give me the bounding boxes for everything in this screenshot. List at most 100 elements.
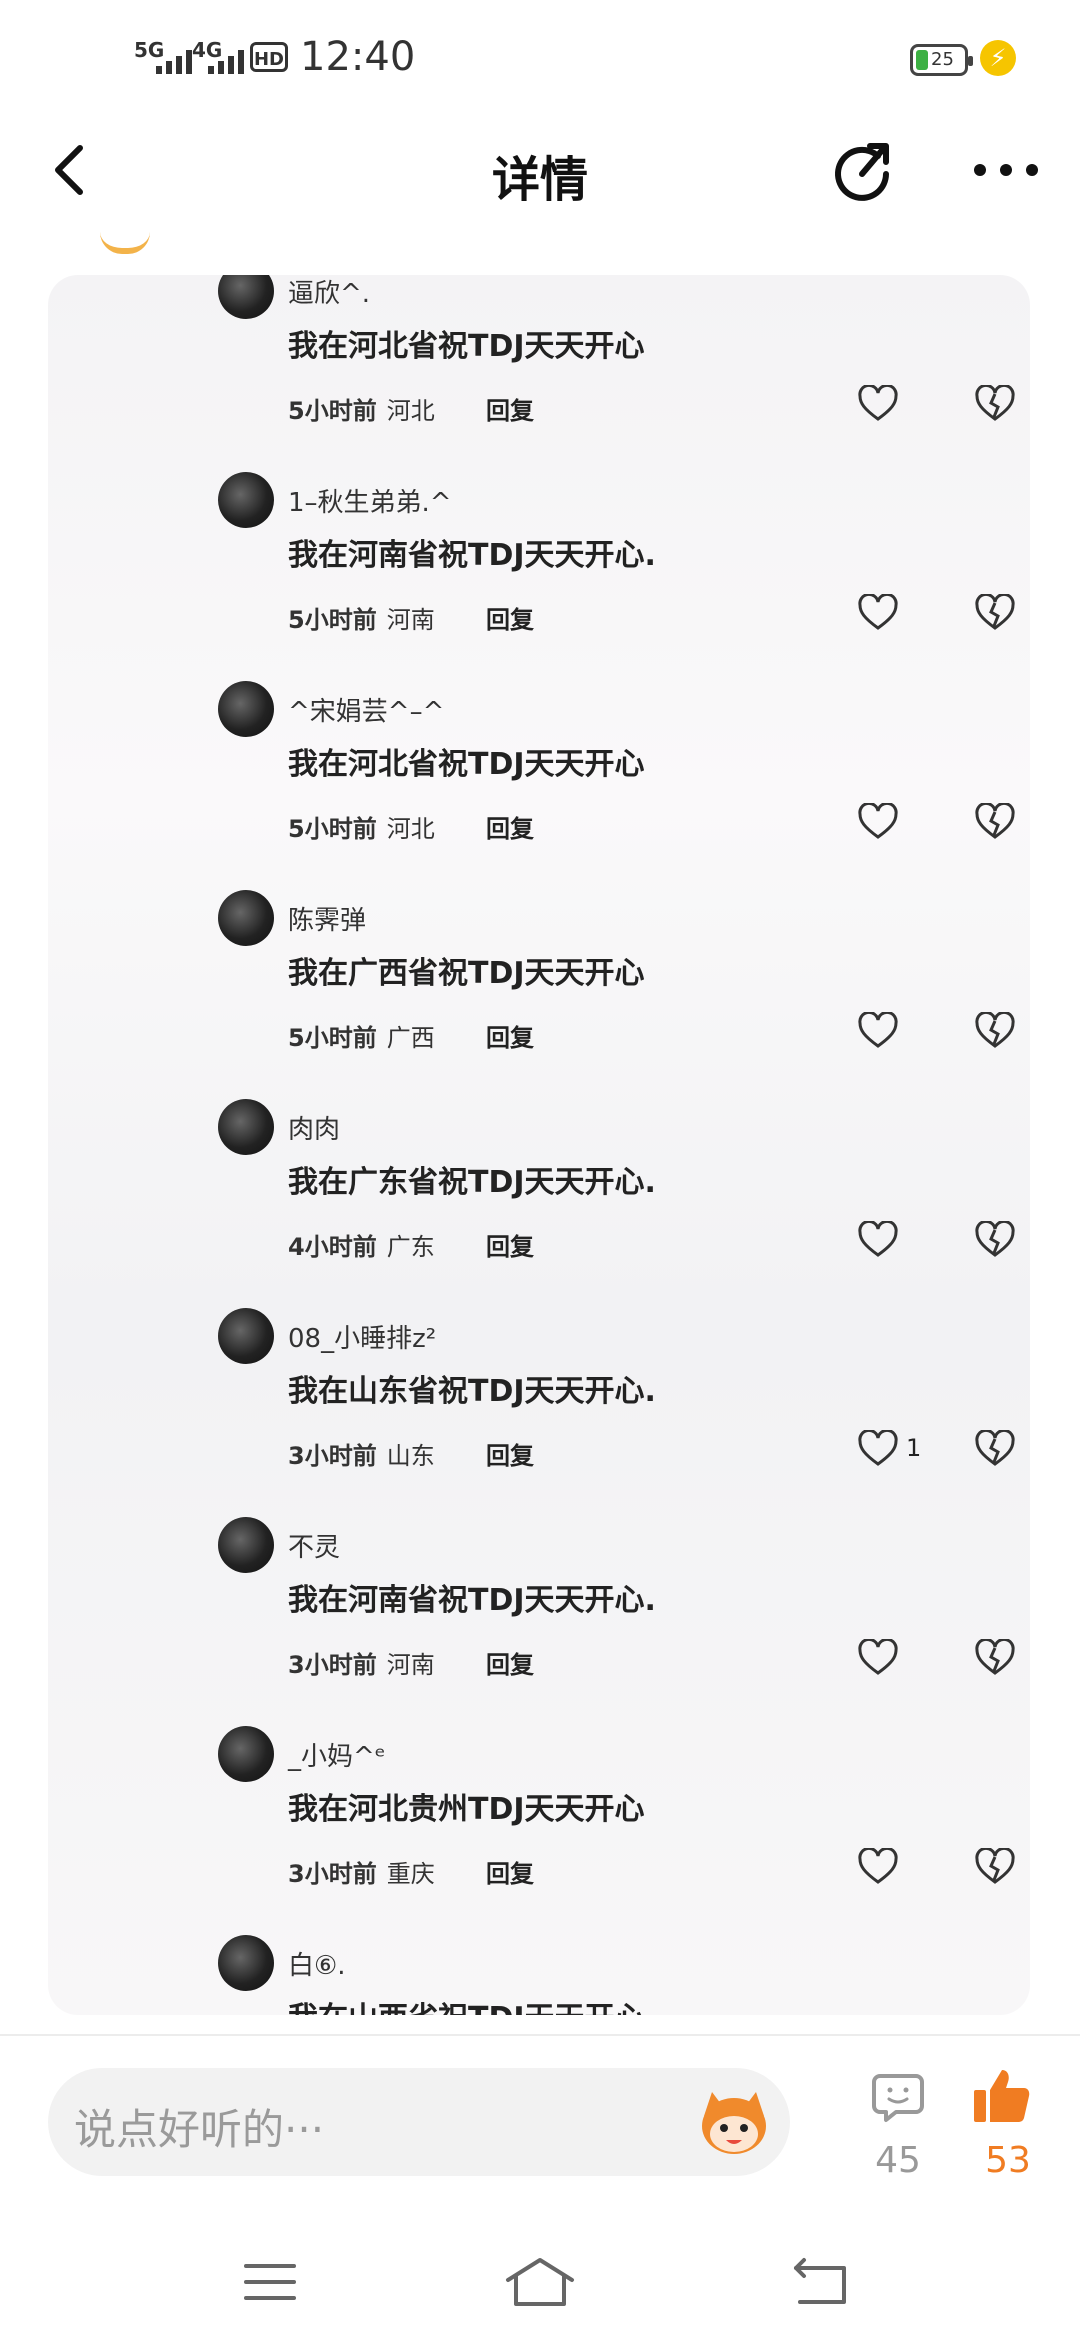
heart-icon: [858, 1221, 898, 1257]
comment-input-placeholder: 说点好听的···: [74, 2105, 325, 2154]
reply-label: 回复: [486, 1442, 534, 1470]
signal-icon: [208, 44, 244, 74]
reply-label: 回复: [486, 815, 534, 843]
comment-location: 山东: [386, 1442, 435, 1470]
broken-heart-icon: [975, 1848, 1015, 1884]
comment-input[interactable]: 说点好听的···: [48, 2068, 790, 2176]
mascot-emoji-icon[interactable]: [696, 2086, 772, 2158]
battery-level: 25: [931, 49, 954, 70]
comment-item: 逼欣^. 我在河北省祝TDJ天天开心 5小时前 河北 回复: [218, 275, 1030, 472]
more-dots-icon[interactable]: [966, 140, 1046, 200]
comment-username: 08_小睡排z²: [288, 1324, 437, 1354]
comment-text: 我在河南省祝TDJ天天开心.: [288, 538, 656, 573]
bottom-divider: [0, 2034, 1080, 2036]
comment-text: 我在河北贵州TDJ天天开心: [288, 1792, 645, 1827]
heart-icon: [858, 803, 898, 839]
avatar: [218, 472, 274, 528]
comment-meta: 5小时前 广西: [288, 1018, 435, 1053]
comment-text: 我在广西省祝TDJ天天开心: [288, 956, 645, 991]
comment-location: 河北: [386, 815, 435, 843]
heart-icon: [858, 1012, 898, 1048]
comment-time: 5小时前: [288, 606, 377, 634]
comment-username: 肉肉: [288, 1115, 341, 1145]
heart-icon: [858, 1430, 898, 1466]
comment-location: 重庆: [386, 1860, 435, 1888]
reply-label: 回复: [486, 1024, 534, 1052]
comment-item: 1–秋生弟弟.^ 我在河南省祝TDJ天天开心. 5小时前 河南 回复: [218, 472, 1030, 681]
comment-meta: 3小时前 重庆: [288, 1854, 435, 1889]
share-icon[interactable]: [826, 134, 898, 206]
reply-label: 回复: [486, 397, 534, 425]
comment-item: 不灵 我在河南省祝TDJ天天开心. 3小时前 河南 回复: [218, 1517, 1030, 1726]
comment-username: 陈霁弹: [288, 906, 367, 936]
comment-meta: 4小时前 广东: [288, 1227, 435, 1262]
comment-bubble-icon[interactable]: [870, 2070, 926, 2126]
comment-time: 5小时前: [288, 397, 377, 425]
avatar: [218, 890, 274, 946]
heart-icon: [858, 1639, 898, 1675]
status-time: 12:40: [300, 34, 416, 80]
comment-meta: 3小时前 山东: [288, 1436, 435, 1471]
broken-heart-icon: [975, 1221, 1015, 1257]
broken-heart-icon: [975, 1430, 1015, 1466]
avatar: [218, 275, 274, 319]
top-nav-bar: 详情: [0, 110, 1080, 230]
like-count-total: 53: [985, 2140, 1031, 2181]
comment-username: _小妈^ᵉ: [288, 1742, 386, 1772]
comment-meta: 3小时前 河南: [288, 1645, 435, 1680]
comment-text: 我在河南省祝TDJ天天开心.: [288, 1583, 656, 1618]
broken-heart-icon: [975, 385, 1015, 421]
comment-text: 我在广东省祝TDJ天天开心.: [288, 1165, 656, 1200]
heart-icon: [858, 1848, 898, 1884]
system-nav-bar: [0, 2230, 1080, 2340]
avatar: [218, 1308, 274, 1364]
comment-item: 肉肉 我在广东省祝TDJ天天开心. 4小时前 广东 回复: [218, 1099, 1030, 1308]
comment-time: 3小时前: [288, 1860, 377, 1888]
signal-icon: [156, 44, 192, 74]
broken-heart-icon: [975, 594, 1015, 630]
charging-icon: ⚡: [980, 40, 1016, 76]
avatar: [218, 1726, 274, 1782]
avatar: [218, 1935, 274, 1991]
comment-text: 我在山西省祝TDJ天天开心: [288, 1993, 645, 2015]
comment-item: 白⑥. 我在山西省祝TDJ天天开心: [218, 1935, 1030, 2015]
avatar: [218, 1517, 274, 1573]
comment-time: 3小时前: [288, 1442, 377, 1470]
avatar: [218, 681, 274, 737]
comment-time: 3小时前: [288, 1651, 377, 1679]
comment-location: 河北: [386, 397, 435, 425]
comment-location: 广东: [386, 1233, 435, 1261]
post-image[interactable]: 逼欣^. 我在河北省祝TDJ天天开心 5小时前 河北 回复 1–秋生弟弟.^ 我在…: [48, 275, 1030, 2015]
avatar-edge: [100, 232, 150, 254]
comment-text: 我在山东省祝TDJ天天开心.: [288, 1374, 656, 1409]
battery-icon: 25: [910, 44, 973, 76]
comment-time: 4小时前: [288, 1233, 377, 1261]
heart-icon: [858, 385, 898, 421]
comment-username: 1–秋生弟弟.^: [288, 488, 452, 518]
comment-item: ^宋娟芸^–^ 我在河北省祝TDJ天天开心 5小时前 河北 回复: [218, 681, 1030, 890]
back-nav-icon[interactable]: [790, 2252, 854, 2312]
comment-text: 我在河北省祝TDJ天天开心: [288, 329, 645, 364]
comment-location: 广西: [386, 1024, 435, 1052]
broken-heart-icon: [975, 1639, 1015, 1675]
comment-text: 我在河北省祝TDJ天天开心: [288, 747, 645, 782]
comment-location: 河南: [386, 1651, 435, 1679]
broken-heart-icon: [975, 803, 1015, 839]
menu-icon[interactable]: [240, 2252, 300, 2312]
thumbs-up-icon[interactable]: [972, 2066, 1032, 2126]
reply-label: 回复: [486, 1233, 534, 1261]
like-count: 1: [906, 1434, 922, 1462]
hd-voice-badge: HD: [250, 42, 288, 72]
comment-meta: 5小时前 河南: [288, 600, 435, 635]
comment-username: 逼欣^.: [288, 279, 371, 309]
reply-label: 回复: [486, 606, 534, 634]
comment-item: 陈霁弹 我在广西省祝TDJ天天开心 5小时前 广西 回复: [218, 890, 1030, 1099]
reply-label: 回复: [486, 1860, 534, 1888]
comment-username: 不灵: [288, 1533, 341, 1563]
broken-heart-icon: [975, 1012, 1015, 1048]
page-title: 详情: [491, 152, 588, 208]
comment-time: 5小时前: [288, 1024, 377, 1052]
home-icon[interactable]: [504, 2252, 576, 2312]
reply-label: 回复: [486, 1651, 534, 1679]
comment-meta: 5小时前 河北: [288, 809, 435, 844]
